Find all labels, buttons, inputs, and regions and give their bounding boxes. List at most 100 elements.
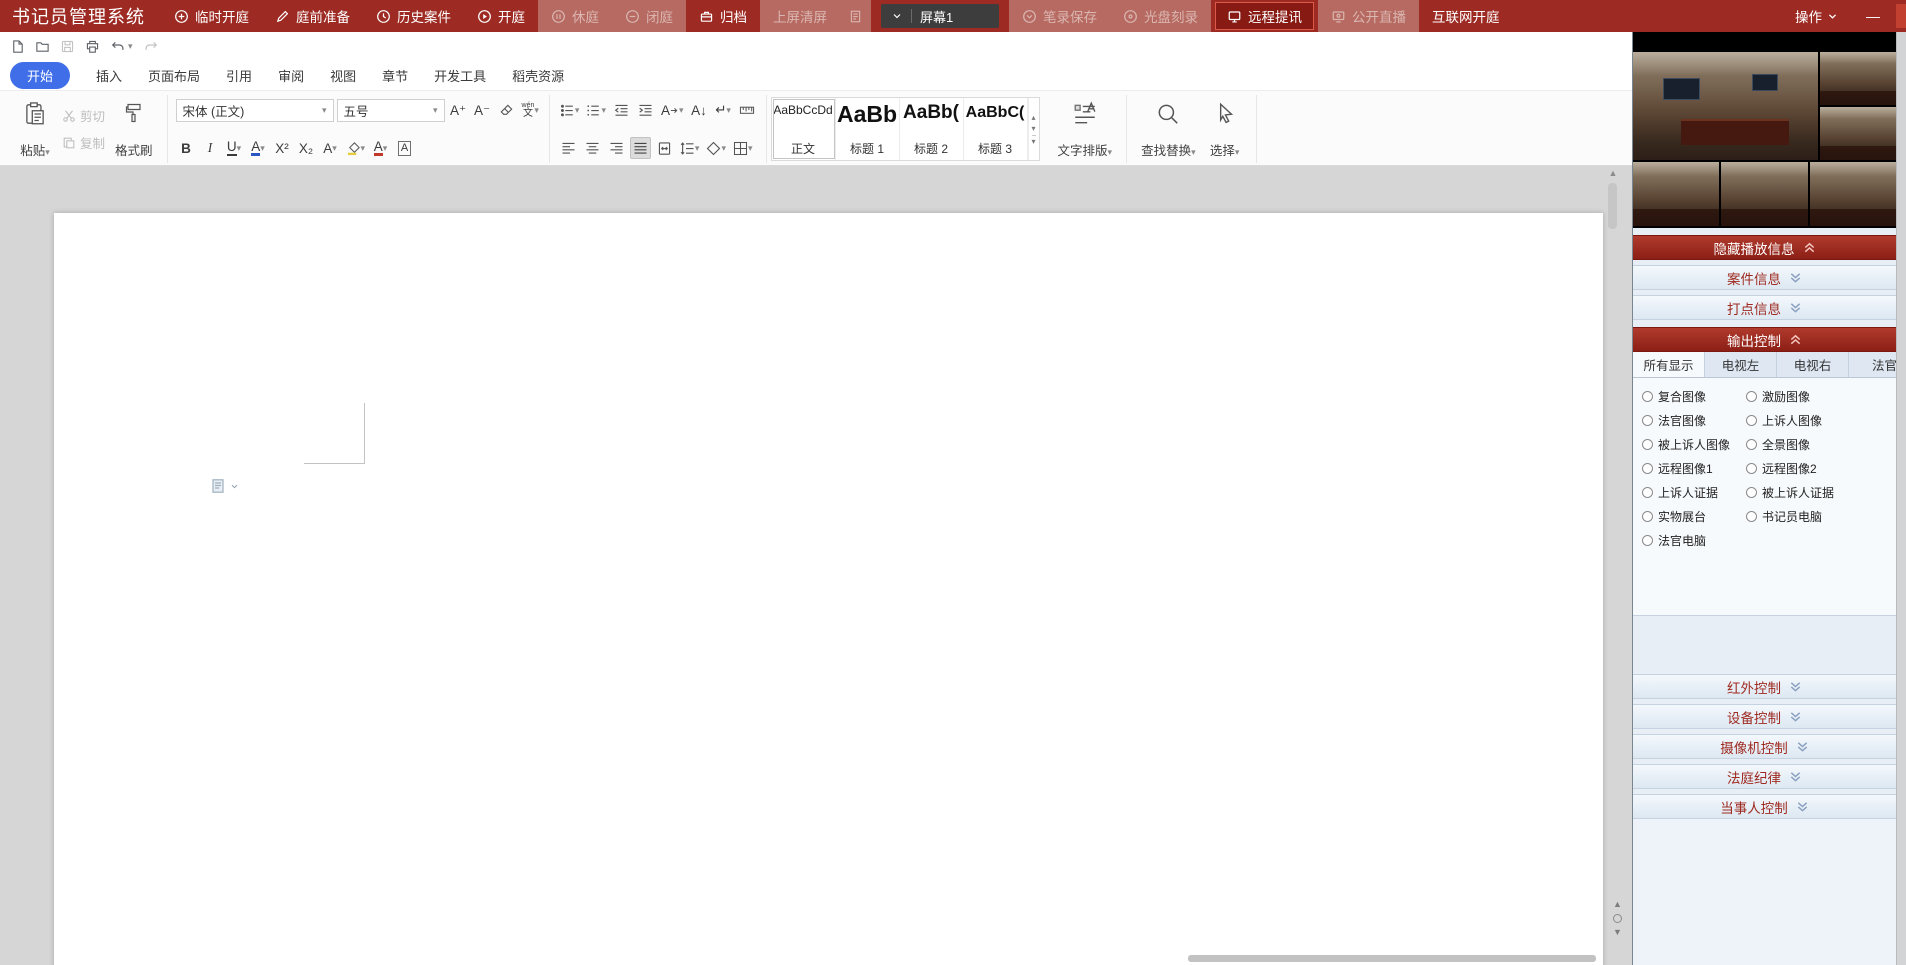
bullet-list-button[interactable]: ▾ [558, 99, 582, 121]
prev-page-icon[interactable]: ▲ [1613, 900, 1622, 909]
align-right-button[interactable] [606, 137, 627, 159]
scrollbar-thumb[interactable] [1608, 183, 1617, 229]
find-replace-button[interactable]: 查找替换▾ [1135, 97, 1202, 161]
shading-button[interactable]: ▾ [704, 137, 728, 159]
sort-button[interactable]: A↓ [689, 99, 710, 121]
underline-color-button[interactable]: A▾ [248, 137, 269, 159]
dropdown-arrow-icon[interactable]: ▾ [128, 42, 133, 51]
section-camera-control[interactable]: 摄像机控制 [1633, 734, 1896, 759]
radio-icon[interactable] [1642, 415, 1653, 426]
tab-section[interactable]: 章节 [382, 66, 408, 85]
section-device-control[interactable]: 设备控制 [1633, 704, 1896, 729]
decrease-font-icon[interactable]: A⁻ [472, 100, 493, 122]
tab-references[interactable]: 引用 [226, 66, 252, 85]
subscript-button[interactable]: X₂ [296, 137, 317, 159]
section-court-discipline[interactable]: 法庭纪律 [1633, 764, 1896, 789]
clear-format-icon[interactable] [496, 100, 517, 122]
menu-pretrial-prepare[interactable]: 庭前准备 [262, 0, 363, 32]
menu-internet-court[interactable]: 互联网开庭 [1419, 0, 1513, 32]
screen-selector[interactable]: 屏幕1 [881, 4, 999, 28]
decrease-indent-button[interactable] [611, 99, 632, 121]
camera-view[interactable] [1820, 107, 1896, 160]
source-panorama-image[interactable]: 全景图像 [1746, 436, 1896, 453]
document-canvas[interactable]: ▲ ▲ ▼ [0, 166, 1632, 965]
tab-dev-tools[interactable]: 开发工具 [434, 66, 486, 85]
font-color-button[interactable]: A▾ [370, 137, 391, 159]
paste-button[interactable]: 粘贴▾ [12, 97, 58, 161]
source-remote-image-1[interactable]: 远程图像1 [1642, 460, 1746, 477]
output-tab-all-displays[interactable]: 所有显示 [1633, 352, 1705, 378]
section-party-control[interactable]: 当事人控制 [1633, 794, 1896, 819]
minimize-button[interactable]: — [1852, 0, 1894, 32]
open-file-icon[interactable] [35, 39, 50, 54]
radio-icon[interactable] [1746, 415, 1757, 426]
menu-remote-interrogation[interactable]: 远程提讯 [1215, 2, 1314, 30]
paragraph-mark-button[interactable]: ↵▾ [713, 99, 734, 121]
section-hide-play-info[interactable]: 隐藏播放信息 [1633, 235, 1896, 260]
source-appellee-image[interactable]: 被上诉人图像 [1642, 436, 1746, 453]
radio-icon[interactable] [1642, 463, 1653, 474]
select-button[interactable]: 选择▾ [1202, 97, 1248, 161]
tab-home[interactable]: 开始 [10, 62, 70, 89]
new-doc-icon[interactable] [10, 39, 25, 54]
output-tab-tv-right[interactable]: 电视右 [1777, 352, 1849, 377]
style-heading3[interactable]: AaBbC( 标题 3 [964, 98, 1028, 160]
radio-icon[interactable] [1642, 391, 1653, 402]
camera-view[interactable] [1820, 52, 1896, 105]
highlight-pen-button[interactable]: ▾ [344, 137, 368, 159]
text-direction-button[interactable]: A▾ [659, 99, 686, 121]
vertical-scrollbar[interactable]: ▲ [1606, 168, 1620, 963]
format-painter-button[interactable]: 格式刷 [109, 97, 159, 161]
source-clerk-computer[interactable]: 书记员电脑 [1746, 508, 1896, 525]
pinyin-guide-icon[interactable]: wén文▾ [520, 100, 541, 122]
styles-scroll-arrows[interactable]: ▴ ▾ ▾ [1028, 98, 1039, 160]
underline-button[interactable]: U▾ [224, 137, 245, 159]
camera-view[interactable] [1633, 162, 1719, 226]
source-appellee-evidence[interactable]: 被上诉人证据 [1746, 484, 1896, 501]
section-case-info[interactable]: 案件信息 [1633, 265, 1896, 290]
radio-icon[interactable] [1642, 439, 1653, 450]
justify-button[interactable] [630, 137, 651, 159]
align-center-button[interactable] [582, 137, 603, 159]
menu-history-cases[interactable]: 历史案件 [363, 0, 464, 32]
tab-review[interactable]: 审阅 [278, 66, 304, 85]
output-tab-judge[interactable]: 法官 [1849, 352, 1896, 377]
output-tab-tv-left[interactable]: 电视左 [1705, 352, 1777, 377]
menu-archive[interactable]: 归档 [686, 0, 760, 32]
increase-font-icon[interactable]: A⁺ [448, 100, 469, 122]
radio-icon[interactable] [1642, 511, 1653, 522]
print-icon[interactable] [85, 39, 100, 54]
menu-open-court[interactable]: 开庭 [464, 0, 538, 32]
camera-view[interactable] [1810, 162, 1896, 226]
tab-page-layout[interactable]: 页面布局 [148, 66, 200, 85]
radio-icon[interactable] [1746, 439, 1757, 450]
menu-temp-session[interactable]: 临时开庭 [161, 0, 262, 32]
operation-menu[interactable]: 操作 [1781, 0, 1852, 32]
style-normal[interactable]: AaBbCcDd 正文 [772, 98, 836, 160]
tab-docer-resources[interactable]: 稻壳资源 [512, 66, 564, 85]
radio-icon[interactable] [1746, 487, 1757, 498]
window-edge-button[interactable] [1896, 4, 1906, 28]
style-heading2[interactable]: AaBb( 标题 2 [900, 98, 964, 160]
camera-view-main[interactable] [1633, 52, 1818, 160]
radio-icon[interactable] [1746, 391, 1757, 402]
paste-options-button[interactable] [210, 478, 239, 494]
radio-icon[interactable] [1642, 487, 1653, 498]
source-object-projector[interactable]: 实物展台 [1642, 508, 1746, 525]
bold-button[interactable]: B [176, 137, 197, 159]
char-border-button[interactable]: A [394, 137, 415, 159]
source-appellant-evidence[interactable]: 上诉人证据 [1642, 484, 1746, 501]
next-page-icon[interactable]: ▼ [1613, 928, 1622, 937]
radio-icon[interactable] [1746, 463, 1757, 474]
numbered-list-button[interactable]: ▾ [584, 99, 608, 121]
section-infrared-control[interactable]: 红外控制 [1633, 674, 1896, 699]
tab-insert[interactable]: 插入 [96, 66, 122, 85]
tab-view[interactable]: 视图 [330, 66, 356, 85]
increase-indent-button[interactable] [635, 99, 656, 121]
borders-button[interactable]: ▾ [731, 137, 755, 159]
browse-object-icon[interactable] [1613, 914, 1622, 923]
align-left-button[interactable] [558, 137, 579, 159]
tab-ruler-button[interactable] [737, 99, 758, 121]
undo-icon[interactable]: ▾ [110, 39, 133, 54]
radio-icon[interactable] [1746, 511, 1757, 522]
